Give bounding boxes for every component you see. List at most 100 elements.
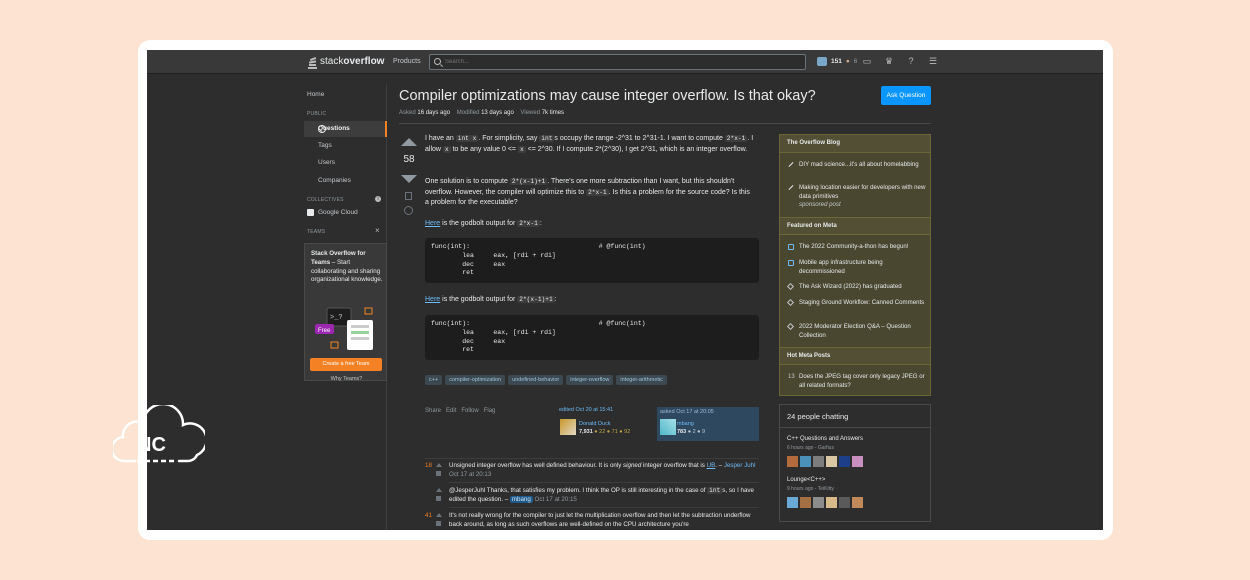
comment-flag-icon[interactable]: [436, 496, 441, 501]
avatar[interactable]: [800, 497, 811, 508]
comment-upvote-icon[interactable]: [436, 513, 442, 517]
comment-flag-icon[interactable]: [436, 471, 441, 476]
close-icon[interactable]: ×: [375, 226, 380, 235]
history-icon[interactable]: [404, 206, 413, 215]
avatar[interactable]: [800, 456, 811, 467]
create-free-team-button[interactable]: Create a free Team: [310, 358, 382, 371]
search-input[interactable]: [445, 57, 795, 67]
topbar-icons: ▭ ♛ ? ☰: [862, 56, 938, 66]
avatar[interactable]: [826, 456, 837, 467]
stackoverflow-logo[interactable]: stackoverflow: [307, 55, 384, 69]
chat-room-meta: 6 hours ago - Garfius: [787, 445, 834, 451]
avatar[interactable]: [839, 456, 850, 467]
nc-logo-text: NC: [137, 434, 166, 456]
meta-item[interactable]: Staging Ground Workflow: Canned Comments: [799, 299, 927, 308]
comment-upvote-icon[interactable]: [436, 463, 442, 467]
site-switcher-icon[interactable]: ☰: [928, 56, 938, 66]
sidebar-item-tags[interactable]: Tags: [318, 142, 332, 149]
avatar[interactable]: [852, 456, 863, 467]
comments-divider: [425, 458, 759, 459]
teams-promo-text: Stack Overflow for Teams – Start collabo…: [311, 250, 383, 284]
post-menu: Share Edit Follow Flag: [425, 408, 495, 414]
achievements-trophy-icon[interactable]: ♛: [884, 56, 894, 66]
avatar[interactable]: [787, 497, 798, 508]
avatar[interactable]: [813, 456, 824, 467]
godbolt-link-2[interactable]: Here: [425, 296, 440, 303]
chat-room-name[interactable]: Lounge<C++>: [787, 477, 825, 483]
follow-link[interactable]: Follow: [461, 408, 478, 414]
code-block-2: func(int): # @func(int) lea eax, [rdi + …: [425, 315, 759, 361]
share-link[interactable]: Share: [425, 408, 441, 414]
meta-item[interactable]: Mobile app infrastructure being decommis…: [799, 259, 927, 276]
sidebar-item-home[interactable]: Home: [307, 91, 324, 98]
chat-title[interactable]: 24 people chatting: [787, 412, 848, 421]
tag[interactable]: integer-overflow: [566, 375, 614, 385]
svg-text:>_?: >_?: [330, 314, 343, 322]
user-rep-area[interactable]: 151 ● 6: [817, 57, 857, 66]
tag[interactable]: compiler-optimization: [445, 375, 506, 385]
search-box[interactable]: [429, 54, 806, 70]
top-bar: stackoverflow Products 151 ● 6 ▭ ♛ ? ☰: [147, 50, 1103, 74]
why-teams-link[interactable]: Why Teams?: [305, 376, 388, 382]
browser-viewport: stackoverflow Products 151 ● 6 ▭ ♛ ? ☰ H…: [147, 50, 1103, 530]
blog-item[interactable]: Making location easier for developers wi…: [799, 184, 927, 210]
edit-link[interactable]: Edit: [446, 408, 456, 414]
hot-meta-item[interactable]: Does the JPEG tag cover only legacy JPEG…: [799, 373, 927, 390]
avatar[interactable]: [813, 497, 824, 508]
edited-date-link[interactable]: edited Oct 20 at 15:41: [559, 407, 613, 413]
question-paragraph-1: I have an int x. For simplicity, say int…: [425, 135, 754, 153]
editor-name[interactable]: Donald Duck: [579, 421, 611, 427]
ask-question-button[interactable]: Ask Question: [881, 86, 931, 105]
avatar[interactable]: [852, 497, 863, 508]
sidebar-item-users[interactable]: Users: [318, 159, 335, 166]
sidebar-item-questions[interactable]: Questions: [304, 121, 387, 137]
blog-item[interactable]: DIY mad science...it's all about homelab…: [799, 161, 927, 170]
meta-item[interactable]: 2022 Moderator Election Q&A – Question C…: [799, 323, 927, 340]
question-meta: Asked 16 days ago Modified 13 days ago V…: [399, 110, 565, 116]
bookmark-icon[interactable]: [405, 192, 412, 200]
asker-name[interactable]: mbang: [677, 421, 694, 427]
meta-stack-icon: [786, 298, 795, 307]
tag[interactable]: integer-arithmetic: [616, 375, 667, 385]
downvote-arrow-icon[interactable]: [401, 175, 417, 183]
hot-meta-heading: Hot Meta Posts: [780, 347, 930, 365]
comment-user[interactable]: mbang: [509, 496, 533, 503]
comment-text: Unsigned integer overflow has well defin…: [449, 462, 756, 478]
ub-link[interactable]: UB: [707, 462, 716, 469]
meta-heading: Featured on Meta: [780, 217, 930, 235]
tag[interactable]: undefined-behavior: [508, 375, 564, 385]
question-tags: c++ compiler-optimization undefined-beha…: [425, 375, 667, 385]
chat-divider: [780, 427, 930, 428]
products-link[interactable]: Products: [393, 58, 421, 65]
comment-text: It's not really wrong for the compiler t…: [449, 512, 751, 528]
avatar[interactable]: [839, 497, 850, 508]
inbox-icon[interactable]: ▭: [862, 56, 872, 66]
asked-date: asked Oct 17 at 20:05: [660, 409, 714, 415]
search-icon: [434, 58, 441, 65]
comment: 18 Unsigned integer overflow has well de…: [425, 461, 759, 481]
user-avatar-icon: [817, 57, 827, 66]
sidebar-item-google-cloud[interactable]: Google Cloud: [318, 209, 358, 216]
help-icon[interactable]: ?: [906, 56, 916, 66]
editor-avatar[interactable]: [560, 419, 576, 435]
bronze-badge-count: 6: [853, 58, 858, 65]
info-icon[interactable]: i: [375, 196, 381, 202]
question-paragraph-4: Here is the godbolt output for 2*(x-1)+1…: [425, 296, 557, 303]
avatar[interactable]: [826, 497, 837, 508]
comment-user[interactable]: Jesper Juhl: [724, 462, 756, 469]
godbolt-link-1[interactable]: Here: [425, 220, 440, 227]
sidebar-item-companies[interactable]: Companies: [318, 177, 351, 184]
comment-upvote-icon[interactable]: [436, 488, 442, 492]
question-title[interactable]: Compiler optimizations may cause integer…: [399, 88, 816, 104]
meta-item[interactable]: The 2022 Community-a-thon has begun!: [799, 243, 927, 252]
chat-room-avatars: [787, 456, 863, 467]
upvote-arrow-icon[interactable]: [401, 138, 417, 146]
chat-room-name[interactable]: C++ Questions and Answers: [787, 436, 863, 442]
flag-link[interactable]: Flag: [484, 408, 496, 414]
comment-flag-icon[interactable]: [436, 521, 441, 526]
avatar[interactable]: [787, 456, 798, 467]
meta-item[interactable]: The Ask Wizard (2022) has graduated: [799, 283, 927, 292]
tag[interactable]: c++: [425, 375, 443, 385]
chat-room-avatars: [787, 497, 863, 508]
asker-avatar[interactable]: [660, 419, 676, 435]
